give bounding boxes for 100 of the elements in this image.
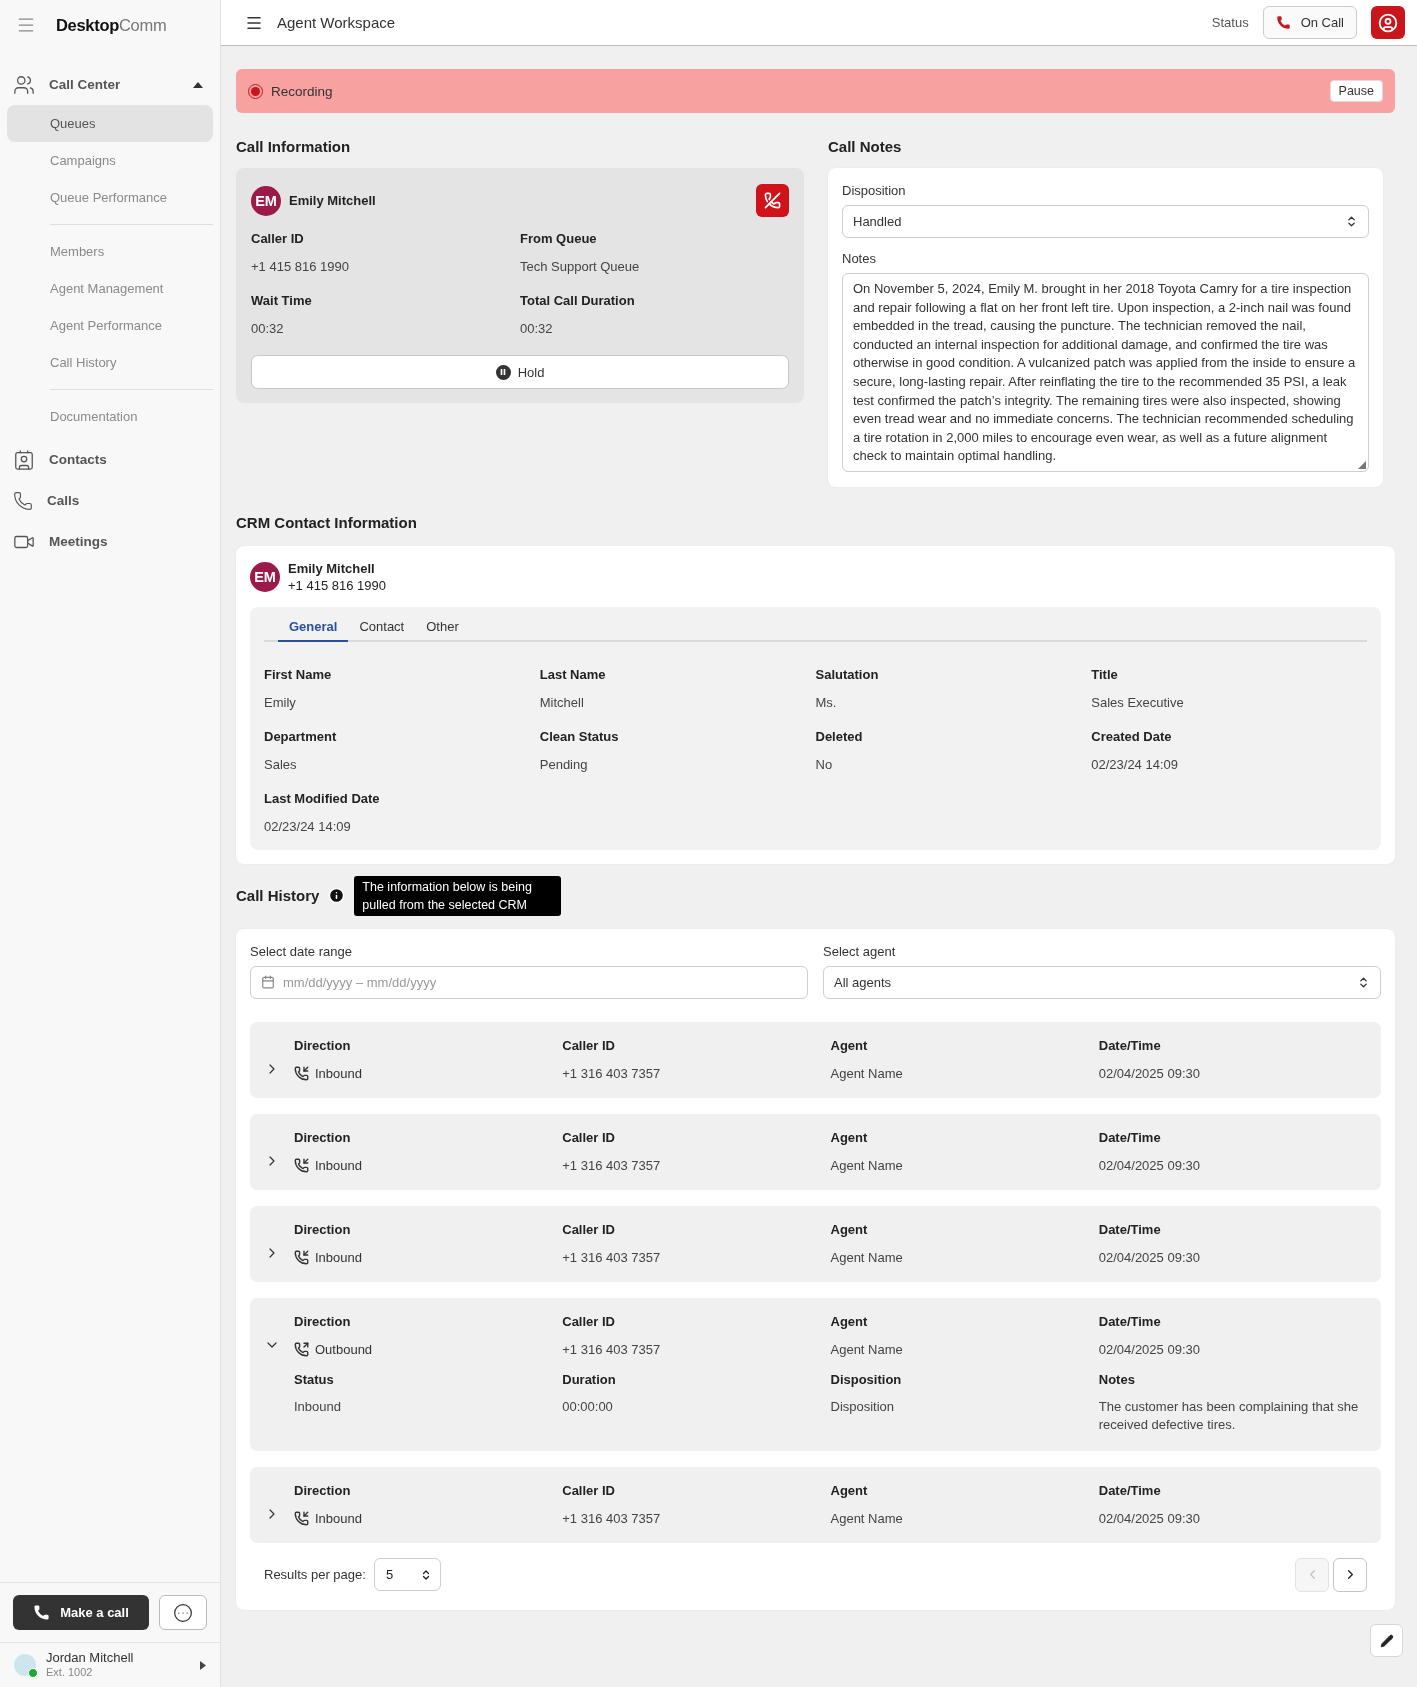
field-label: Caller ID	[562, 1037, 616, 1053]
section-title: CRM Contact Information	[236, 512, 418, 533]
tab[interactable]: Contact	[348, 618, 416, 642]
field-value: 02/04/2025 09:30	[1098, 1249, 1201, 1265]
info-icon[interactable]	[328, 887, 346, 905]
pause-button[interactable]: Pause	[1329, 80, 1383, 102]
disposition-select[interactable]: Handled	[842, 205, 1369, 238]
field-label: Agent	[830, 1221, 869, 1237]
status-button[interactable]: On Call	[1262, 6, 1357, 39]
field-value: 02/04/2025 09:30	[1098, 1341, 1201, 1357]
field-value: 02/04/2025 09:30	[1098, 1157, 1201, 1173]
tab[interactable]: General	[278, 618, 349, 642]
status-label: Status	[1211, 15, 1249, 30]
field-label: Agent	[830, 1482, 869, 1498]
up-down-icon	[1357, 975, 1370, 989]
tab[interactable]: Other	[415, 618, 470, 642]
notes-field[interactable]: On November 5, 2024, Emily M. brought in her 2018 Toyota Camry for a tire inspection and repair following a flat on her front left tire. Upon inspection, a 2-inch nail was found embedded in the tread, causing the puncture. The technician removed the nail, conducted an internal inspection for additional damage, and confirmed the tire was otherwise in good condition. A vulcanized patch was applied from the inside to ensure a secure, long-lasting repair. After reinflating the tire to the recommended 35 PSI, a leak test confirmed the patch’s integrity. The remaining tires were also inspected, showing even tread wear and no immediate concerns. The technician recommended scheduling a tire rotation in 2,000 miles to encourage even wear, as well as a future alignment check to maintain optimal handling.	[842, 273, 1369, 472]
nav-item[interactable]: Meetings	[7, 521, 213, 562]
contact-icon	[13, 448, 35, 471]
field-label: Caller ID	[562, 1129, 616, 1145]
field-value: Disposition	[830, 1397, 896, 1416]
field-label: Direction	[294, 1129, 352, 1145]
field-label: Date/Time	[1098, 1129, 1162, 1145]
field-label: Date/Time	[1098, 1482, 1162, 1498]
more-options-button[interactable]	[159, 1595, 207, 1630]
field-value: Agent Name	[830, 1157, 904, 1173]
field-label: Direction	[294, 1221, 352, 1237]
field-value: Inbound	[315, 1065, 362, 1081]
field-label: Status	[294, 1371, 335, 1387]
field-label: Agent	[830, 1313, 869, 1329]
agent-select[interactable]: All agents	[823, 965, 1381, 999]
field-label: First Name	[264, 666, 333, 682]
page-title: Agent Workspace	[277, 14, 397, 31]
field-value: The customer has been complaining that she received defective tires.	[1098, 1397, 1360, 1434]
outgoing-call-icon	[294, 1341, 309, 1357]
call-history-row[interactable]: Direction Inbound Caller ID +1 316 403 7357 Agent Agent Name Date/Time 02/04/2025 09:30	[250, 1021, 1381, 1098]
edit-button[interactable]	[1370, 1624, 1403, 1657]
nav-item[interactable]: Call Center	[7, 64, 213, 105]
call-history-row[interactable]: Direction Inbound Caller ID +1 316 403 7357 Agent Agent Name Date/Time 02/04/2025 09:30	[250, 1466, 1381, 1543]
field-value: +1 316 403 7357	[562, 1510, 662, 1526]
user-profile[interactable]: Jordan Mitchell Ext. 1002	[0, 1642, 220, 1687]
profile-button[interactable]	[1371, 6, 1405, 39]
field-value: Sales	[264, 756, 298, 772]
caller-avatar: EM	[251, 185, 281, 216]
user-extension: Ext. 1002	[46, 1666, 94, 1680]
section-title: Call Information	[236, 137, 352, 157]
field-value: Inbound	[315, 1157, 362, 1173]
phone-icon	[1275, 15, 1291, 30]
phone-icon	[33, 1604, 51, 1621]
field-label: Agent	[830, 1129, 869, 1145]
caret-icon	[193, 81, 203, 88]
contact-avatar: EM	[250, 561, 280, 592]
field-label: Last Name	[539, 666, 607, 682]
call-history-row[interactable]: Direction Inbound Caller ID +1 316 403 7357 Agent Agent Name Date/Time 02/04/2025 09:30	[250, 1113, 1381, 1190]
incoming-call-icon	[294, 1065, 309, 1081]
field-label: Date/Time	[1098, 1313, 1162, 1329]
brand-logo: DesktopComm	[56, 15, 167, 35]
field-value: Mitchell	[539, 694, 585, 710]
field-value: Pending	[539, 756, 589, 772]
field-label: Duration	[562, 1371, 617, 1387]
hold-button[interactable]: Hold	[251, 355, 789, 389]
field-label: Select agent	[823, 943, 897, 959]
field-value: Agent Name	[830, 1341, 904, 1357]
field-label: Title	[1091, 666, 1119, 682]
incoming-call-icon	[294, 1157, 309, 1173]
contact-phone: +1 415 816 1990	[288, 577, 386, 593]
nav-item[interactable]: Calls	[7, 480, 213, 521]
make-call-button[interactable]: Make a call	[13, 1595, 149, 1630]
field-value: Agent Name	[830, 1510, 904, 1526]
field-label: Clean Status	[539, 728, 620, 744]
section-title: Call Notes	[828, 137, 903, 157]
user-icon	[1378, 12, 1398, 33]
field-value: Inbound	[294, 1397, 342, 1416]
field-label: Disposition	[842, 183, 907, 198]
field-value: Inbound	[315, 1510, 362, 1526]
field-label: Salutation	[815, 666, 880, 682]
hang-up-button[interactable]	[756, 184, 789, 217]
field-value: +1 316 403 7357	[562, 1157, 662, 1173]
field-label: Created Date	[1091, 728, 1173, 744]
field-value: Sales Executive	[1091, 694, 1185, 710]
field-label: Notes	[842, 251, 877, 266]
field-label: Direction	[294, 1037, 352, 1053]
field-value: Emily	[264, 694, 297, 710]
per-page-select[interactable]: 5	[373, 1558, 441, 1592]
field-value: Ms.	[815, 694, 838, 710]
recording-label: Recording	[271, 83, 334, 99]
contact-name: Emily Mitchell	[288, 560, 376, 576]
call-history-row[interactable]: Direction Inbound Caller ID +1 316 403 7357 Agent Agent Name Date/Time 02/04/2025 09:30	[250, 1205, 1381, 1282]
field-value: +1 316 403 7357	[562, 1341, 662, 1357]
nav-subitem[interactable]: Queues	[7, 105, 213, 142]
resize-handle-icon[interactable]	[1358, 460, 1366, 469]
pause-icon	[495, 364, 511, 380]
more-icon	[173, 1602, 193, 1623]
field-label: Caller ID	[562, 1313, 616, 1329]
calendar-icon	[261, 975, 275, 990]
field-value: Outbound	[315, 1341, 373, 1357]
field-label: Select date range	[250, 943, 353, 959]
field-value: 00:32	[251, 321, 285, 336]
field-label: Caller ID	[562, 1482, 616, 1498]
nav-item[interactable]: Contacts	[7, 439, 213, 480]
